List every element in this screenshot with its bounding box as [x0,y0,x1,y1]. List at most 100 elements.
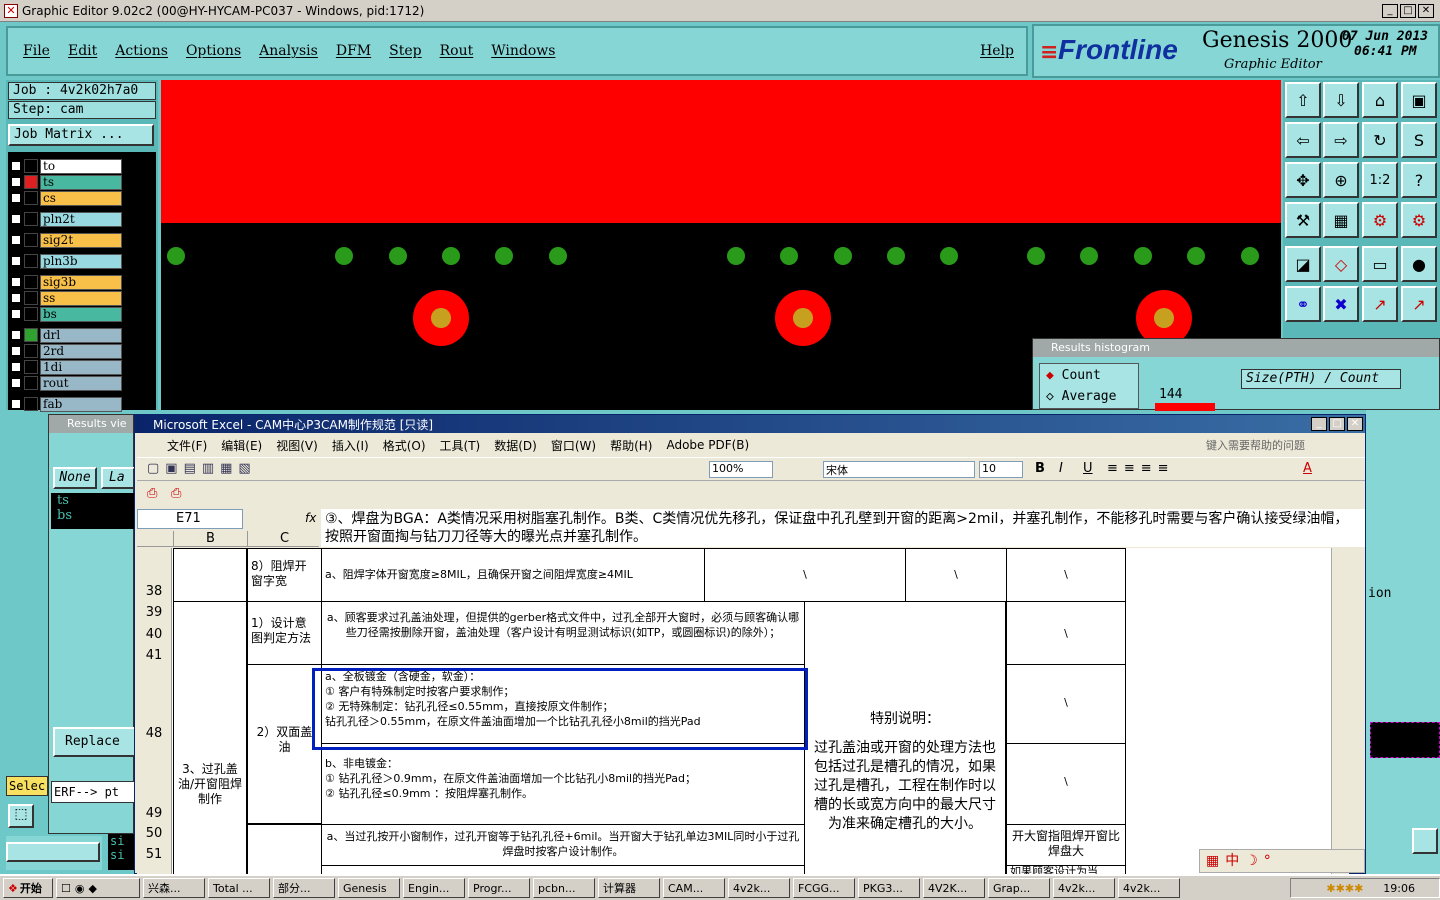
taskbar-item[interactable]: Engin... [403,878,465,898]
tool-shape-icon[interactable]: ◇ [1323,246,1359,282]
tool-home-icon[interactable]: ⌂ [1362,82,1398,118]
row-header-38[interactable]: 38 [137,584,172,602]
replace-button[interactable]: Replace [53,727,137,757]
italic-button[interactable]: I [1059,461,1063,476]
layer-checkbox[interactable] [10,234,22,246]
vertical-scrollbar[interactable] [1331,548,1349,874]
result-item-bs[interactable]: bs [51,508,135,523]
tool-left-icon[interactable]: ⇦ [1285,122,1321,158]
layer-checkbox[interactable] [10,345,22,357]
bold-button[interactable]: B [1035,461,1045,476]
layer-row-pln3b[interactable]: pln3b [10,253,122,269]
cell-d38[interactable]: a、阻焊字体开窗宽度≥8MIL，且确保开窗之间阻焊宽度≥4MIL [321,548,705,602]
filter-layer-button[interactable]: La [101,467,135,489]
layer-row-bs[interactable]: bs [10,306,122,322]
radio-average-icon[interactable]: ◇ [1046,389,1054,404]
cell-f50[interactable]: 开大窗指阻焊开窗比焊盘大 [1006,824,1126,866]
excel-close-button[interactable]: ✕ [1347,417,1363,431]
excel-menu-window[interactable]: 窗口(W) [551,437,596,454]
layer-row-drl[interactable]: drl [10,327,122,343]
menu-dfm[interactable]: DFM [336,43,371,59]
quick-launch[interactable]: ☐◉◆ [56,878,140,898]
tray-icons[interactable]: ✱✱✱✱ [1326,882,1363,895]
cell-f51[interactable]: 如果顾客设计为当 [1006,865,1126,874]
layer-checkbox[interactable] [10,176,22,188]
tool-measure-icon[interactable]: ⚒ [1285,202,1321,238]
tool-layer-icon[interactable]: ⚙ [1362,202,1398,238]
taskbar-item[interactable]: 4v2k... [1053,878,1115,898]
layer-row-to[interactable]: to [10,158,122,174]
layer-checkbox[interactable] [10,276,22,288]
tool-pan-icon[interactable]: ⇩ [1323,82,1359,118]
cell-d39[interactable]: a、顾客要求过孔盖油处理，但提供的gerber格式文件中，过孔全部开大窗时，必须… [321,601,805,665]
tool-fit-icon[interactable]: ✥ [1285,162,1321,198]
tool-redo-icon[interactable]: ↻ [1362,122,1398,158]
row-header-48[interactable]: 48 [137,726,172,744]
job-matrix-button[interactable]: Job Matrix ... [8,124,154,146]
maximize-button[interactable]: □ [1400,3,1416,18]
layer-checkbox[interactable] [10,398,22,410]
tool-zoom-home-icon[interactable]: ⇧ [1285,82,1321,118]
menu-help[interactable]: Help [980,43,1014,59]
taskbar-item[interactable]: 4V2K... [923,878,985,898]
row-header-41[interactable]: 41 [137,648,172,666]
row-header-39[interactable]: 39 [137,605,172,623]
cell-g38[interactable]: \ [1006,548,1126,602]
excel-menu-file[interactable]: 文件(F) [167,437,207,454]
cell-f38[interactable]: \ [905,548,1007,602]
tool-layer2-icon[interactable]: ⚙ [1401,202,1437,238]
cell-c50[interactable] [247,824,322,874]
excel-menu-data[interactable]: 数据(D) [494,437,537,454]
close-button[interactable]: ✕ [1418,3,1434,18]
font-select[interactable]: 宋体 [823,461,975,478]
taskbar-item[interactable]: 4v2k... [1118,878,1180,898]
layer-row-rout[interactable]: rout [10,375,122,391]
layer-row-pln2t[interactable]: pln2t [10,211,122,227]
menu-rout[interactable]: Rout [440,43,474,59]
taskbar-item[interactable]: pcbn... [533,878,595,898]
cell-c39[interactable]: 1）设计意图判定方法 [247,601,322,665]
excel-menu-help[interactable]: 帮助(H) [610,437,652,454]
align-icons[interactable]: ≡≡≡≡ [1107,461,1175,476]
menu-windows[interactable]: Windows [491,43,555,59]
cell-g39[interactable]: \ [1006,601,1126,665]
layer-checkbox[interactable] [10,292,22,304]
taskbar-item[interactable]: Total ... [208,878,270,898]
cell-b48[interactable]: 3、过孔盖油/开窗阻焊制作 [173,601,247,874]
menu-actions[interactable]: Actions [115,43,168,59]
excel-menu-adobe-pdf[interactable]: Adobe PDF(B) [666,438,749,452]
tool-right-icon[interactable]: ⇨ [1323,122,1359,158]
filter-none-button[interactable]: None [53,467,97,489]
taskbar-item[interactable]: Progr... [468,878,530,898]
menu-file[interactable]: File [23,43,50,59]
excel-menu-view[interactable]: 视图(V) [276,437,318,454]
tool-window-icon[interactable]: ▣ [1401,82,1437,118]
tool-arc-icon[interactable]: ↗ [1401,286,1437,322]
minimize-button[interactable]: _ [1382,3,1398,18]
tool-zoom-icon[interactable]: ⊕ [1323,162,1359,198]
pdf-convert-icon[interactable]: ⎙ [147,486,157,501]
row-header-50[interactable]: 50 [137,826,172,844]
cell-c38[interactable]: 8）阻焊开窗字宽 [247,548,322,602]
tool-line-icon[interactable]: ↗ [1362,286,1398,322]
layer-checkbox[interactable] [10,192,22,204]
cell-d49[interactable]: b、非电镀金： ① 钻孔孔径＞0.9mm，在原文件盖油面增加一个比钻孔小8mil… [321,743,805,825]
result-item-ts[interactable]: ts [51,493,135,508]
menu-analysis[interactable]: Analysis [259,43,318,59]
taskbar-item[interactable]: Genesis [338,878,400,898]
cell-d50[interactable]: a、当过孔按开小窗制作，过孔开窗等于钻孔孔径+6mil。当开窗大于钻孔单边3MI… [321,824,805,866]
erf-field[interactable]: ERF--> pt [51,781,135,803]
cell-e38[interactable]: \ [704,548,906,602]
taskbar-item[interactable]: 兴森... [143,878,205,898]
side-tool-icon[interactable] [1412,828,1438,854]
select-tool-icon[interactable]: ⬚ [8,804,34,828]
menu-step[interactable]: Step [389,43,421,59]
layer-row-fab[interactable]: fab [10,396,122,412]
layer-checkbox[interactable] [10,213,22,225]
layer-checkbox[interactable] [10,377,22,389]
cell-c48[interactable]: 2）双面盖油 [247,664,322,824]
layer-checkbox[interactable] [10,361,22,373]
tool-delete-icon[interactable]: ✖ [1323,286,1359,322]
cell-b38[interactable] [173,548,247,602]
option-average[interactable]: Average [1062,389,1117,404]
